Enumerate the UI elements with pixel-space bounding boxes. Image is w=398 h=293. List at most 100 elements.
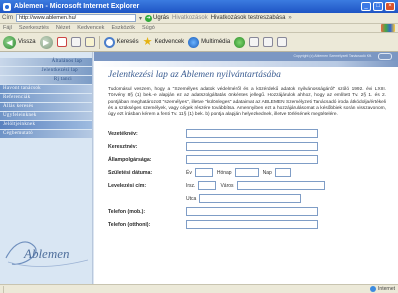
street-label: Utca <box>186 195 197 202</box>
nav-monthly-tips[interactable]: Havont tanácsok <box>0 85 92 93</box>
security-zone: Internet <box>370 286 395 292</box>
address-label: Cím <box>2 15 13 21</box>
forward-arrow-icon: ▶ <box>39 35 53 49</box>
phone-home-label: Telefon (otthoni): <box>108 221 151 228</box>
citizenship-label: Állampolgársága: <box>108 156 152 163</box>
birth-year-field[interactable] <box>194 168 213 178</box>
zone-label: Internet <box>378 286 395 292</box>
year-label: Év <box>186 169 192 176</box>
menu-tools[interactable]: Eszközök <box>111 25 135 31</box>
form-row-citizenship: Állampolgársága: <box>108 154 398 165</box>
menu-favorites[interactable]: Kedvencek <box>77 25 104 31</box>
edit-icon[interactable] <box>277 37 288 47</box>
city-field[interactable] <box>236 181 325 191</box>
header-swoosh <box>94 61 398 67</box>
phone-mobile-label: Telefon (mob.): <box>108 208 146 215</box>
nav-company-intro[interactable]: Cégbemutató <box>0 130 92 138</box>
city-label: Város <box>220 182 234 189</box>
page-title: Jelentkezési lap az Ablemen nyilvántartá… <box>108 70 281 80</box>
search-label: Keresés <box>116 39 139 45</box>
form-row-firstname: Keresztnév: <box>108 141 398 152</box>
birthdate-label: Születési dátuma: <box>108 169 153 176</box>
go-label: Ugrás <box>153 15 170 21</box>
address-label: Levelezési cím: <box>108 182 147 189</box>
surname-label: Vezetéknév: <box>108 130 138 137</box>
zip-field[interactable] <box>198 181 217 191</box>
home-icon[interactable] <box>84 37 95 47</box>
month-label: Hónap <box>216 169 232 176</box>
status-divider <box>3 285 4 293</box>
media-icon <box>188 36 200 48</box>
menu-edit[interactable]: Szerkesztés <box>19 25 49 31</box>
address-bar: Cím http://www.ablemen.hu/ ▾ ➜ Ugrás Hiv… <box>0 13 398 24</box>
toolbar-separator <box>98 35 100 49</box>
maximize-button[interactable]: □ <box>373 2 383 11</box>
mail-icon[interactable] <box>249 37 260 47</box>
links-label[interactable]: Hivatkozások <box>172 15 208 21</box>
intro-paragraph: Tudomásul veszem, hogy a "Személyes adat… <box>108 87 386 118</box>
nav-references[interactable]: Referenciák <box>0 94 92 102</box>
ie-icon <box>3 2 11 11</box>
go-arrow-icon: ➜ <box>145 14 153 22</box>
nav-for-clients[interactable]: Ügyfeleinknek <box>0 112 92 120</box>
menu-help[interactable]: Súgó <box>142 25 155 31</box>
print-icon[interactable] <box>263 37 274 47</box>
toolbar: ◀ Vissza ▶ Keresés ★ Kedvencek Multimédi… <box>0 33 398 52</box>
windows-logo-icon <box>381 24 395 32</box>
media-button[interactable]: Multimédia <box>188 36 231 48</box>
search-icon <box>103 36 115 48</box>
media-label: Multimédia <box>201 39 231 45</box>
citizenship-field[interactable] <box>186 155 318 165</box>
form-row-birthdate: Születési dátuma: Év Hónap Nap <box>108 167 398 178</box>
form-row-street: Utca <box>186 193 398 204</box>
surname-field[interactable] <box>186 129 318 139</box>
chevron-down-icon[interactable]: ▾ <box>139 15 142 22</box>
birth-day-field[interactable] <box>274 168 291 178</box>
logo-text: Ablemen <box>24 246 70 261</box>
search-button[interactable]: Keresés <box>103 36 139 48</box>
sidebar: Általános lap Jelentkezési lap Rj tanci … <box>0 52 93 284</box>
go-button[interactable]: ➜ Ugrás <box>145 14 170 22</box>
back-label: Vissza <box>18 39 36 45</box>
stop-icon[interactable] <box>56 37 67 47</box>
address-input[interactable]: http://www.ablemen.hu/ <box>16 14 136 22</box>
firstname-field[interactable] <box>186 142 318 152</box>
nav-rj-tanci[interactable]: Rj tanci <box>0 76 92 84</box>
menu-view[interactable]: Nézet <box>56 25 70 31</box>
firstname-label: Keresztnév: <box>108 143 138 150</box>
status-bar: Internet <box>0 284 398 293</box>
form-row-address: Levelezési cím: Irsz. Város <box>108 180 398 191</box>
form-row-phone-mobile: Telefon (mob.): <box>108 206 398 217</box>
window-title: Ablemen - Microsoft Internet Explorer <box>14 3 140 10</box>
nav-for-candidates[interactable]: Jelöltjeinknek <box>0 121 92 129</box>
menu-file[interactable]: Fájl <box>3 25 12 31</box>
nav-job-search[interactable]: Állás keresés <box>0 103 92 111</box>
favorites-button[interactable]: ★ Kedvencek <box>142 35 185 48</box>
phone-mobile-field[interactable] <box>186 207 318 217</box>
history-icon[interactable] <box>234 36 246 48</box>
back-arrow-icon: ◀ <box>3 35 16 49</box>
phone-home-field[interactable] <box>186 220 318 230</box>
chevron-right-icon[interactable]: » <box>288 15 291 21</box>
menu-bar: Fájl Szerkesztés Nézet Kedvencek Eszközö… <box>0 24 398 33</box>
zip-label: Irsz. <box>186 182 196 189</box>
day-label: Nap <box>262 169 272 176</box>
street-field[interactable] <box>199 194 302 204</box>
close-button[interactable]: × <box>385 2 395 11</box>
nav-application-form[interactable]: Jelentkezési lap <box>0 67 92 75</box>
main-content: Copyright (c) Ablemen Személyzeti Tanács… <box>94 52 398 284</box>
star-icon: ★ <box>142 35 153 48</box>
nav-general[interactable]: Általános lap <box>0 58 92 66</box>
ablemen-logo: Ablemen <box>4 236 90 270</box>
back-button[interactable]: ◀ Vissza <box>3 35 36 49</box>
window-controls: _ □ × <box>361 2 395 11</box>
copyright-text: Copyright (c) Ablemen Személyzeti Tanács… <box>293 54 372 58</box>
refresh-icon[interactable] <box>70 37 81 47</box>
minimize-button[interactable]: _ <box>361 2 371 11</box>
favorites-label: Kedvencek <box>154 39 185 45</box>
form-row-surname: Vezetéknév: <box>108 128 398 139</box>
forward-button[interactable]: ▶ <box>39 35 53 49</box>
corner-ornament-icon <box>378 53 392 60</box>
birth-month-field[interactable] <box>234 168 259 178</box>
customize-links-link[interactable]: Hivatkozások testreszabása <box>211 15 286 21</box>
